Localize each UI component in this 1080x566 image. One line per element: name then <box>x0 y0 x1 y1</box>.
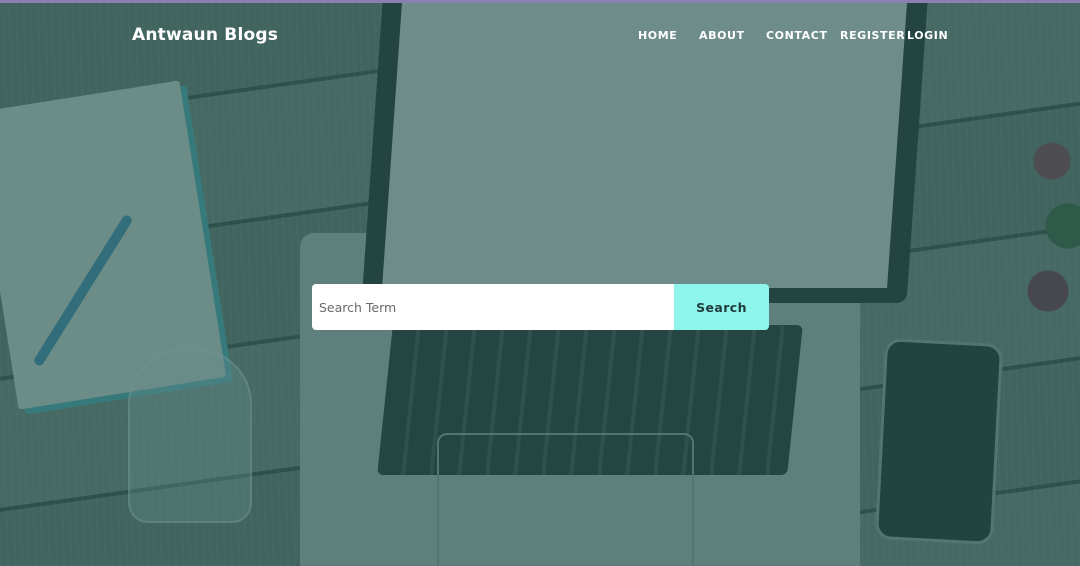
nav-link-about[interactable]: ABOUT <box>699 29 745 42</box>
nav-link-login[interactable]: LOGIN <box>907 29 948 42</box>
hero-section: Antwaun Blogs HOME ABOUT CONTACT REGISTE… <box>0 0 1080 566</box>
nav-link-register[interactable]: REGISTER <box>840 29 905 42</box>
nav-link-home[interactable]: HOME <box>638 29 677 42</box>
search-form: Search <box>312 284 769 330</box>
nav-links: HOME ABOUT CONTACT REGISTER LOGIN <box>0 29 1080 49</box>
nav-link-contact[interactable]: CONTACT <box>766 29 828 42</box>
search-button[interactable]: Search <box>674 284 769 330</box>
navbar: Antwaun Blogs HOME ABOUT CONTACT REGISTE… <box>0 3 1080 73</box>
search-input[interactable] <box>312 284 674 330</box>
